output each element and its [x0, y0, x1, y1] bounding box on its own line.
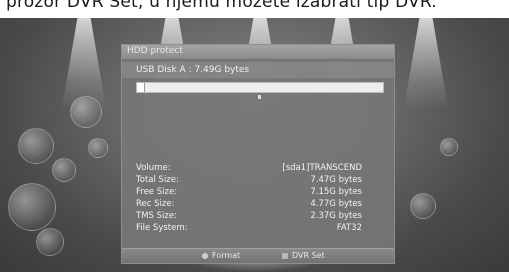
usb-device-label: USB Disk A : 7.49G bytes	[136, 65, 250, 75]
dialog-title: HDD protect	[127, 46, 183, 56]
info-row-volume: Volume: [sda1]TRANSCEND	[136, 163, 376, 175]
dialog-footer: Format DVR Set	[122, 248, 394, 263]
decor-bubble	[88, 138, 108, 158]
dvr-set-label: DVR Set	[292, 251, 325, 260]
info-value: 2.37G bytes	[310, 211, 362, 221]
usb-device-row[interactable]: USB Disk A : 7.49G bytes	[122, 62, 394, 78]
red-key-icon	[202, 252, 208, 259]
disk-usage-bar	[136, 82, 384, 93]
info-row-file-system: File System: FAT32	[136, 223, 376, 235]
decor-bubble	[8, 183, 56, 231]
info-row-total-size: Total Size: 7.47G bytes	[136, 175, 376, 187]
decor-bubble	[36, 228, 64, 256]
info-label: Free Size:	[136, 187, 178, 197]
green-key-icon	[282, 252, 288, 259]
decor-bubble	[440, 138, 458, 156]
decor-bubble	[52, 158, 76, 182]
usage-marker	[258, 95, 261, 99]
info-value: 7.47G bytes	[310, 175, 362, 185]
caption-text: prozor DVR Set, u njemu možete izabrati …	[6, 0, 437, 12]
disk-info-table: Volume: [sda1]TRANSCEND Total Size: 7.47…	[136, 163, 376, 235]
decor-bubble	[70, 96, 102, 128]
dialog-titlebar: HDD protect	[122, 45, 394, 60]
info-label: File System:	[136, 223, 188, 233]
stage-light-beam	[62, 18, 106, 108]
stage-light-beam	[404, 18, 448, 108]
info-value: 4.77G bytes	[310, 199, 362, 209]
decor-bubble	[18, 128, 54, 164]
info-row-tms-size: TMS Size: 2.37G bytes	[136, 211, 376, 223]
disk-usage-fill	[137, 83, 145, 92]
info-label: Volume:	[136, 163, 171, 173]
decor-bubble	[410, 193, 436, 219]
hdd-info-dialog: HDD protect USB Disk A : 7.49G bytes Vol…	[121, 44, 395, 264]
info-row-free-size: Free Size: 7.15G bytes	[136, 187, 376, 199]
info-row-rec-size: Rec Size: 4.77G bytes	[136, 199, 376, 211]
info-value: [sda1]TRANSCEND	[282, 163, 362, 173]
info-label: Total Size:	[136, 175, 179, 185]
info-value: FAT32	[336, 223, 362, 233]
info-value: 7.15G bytes	[310, 187, 362, 197]
info-label: Rec Size:	[136, 199, 175, 209]
format-button[interactable]: Format	[202, 251, 240, 260]
dvr-set-button[interactable]: DVR Set	[282, 251, 325, 260]
info-label: TMS Size:	[136, 211, 177, 221]
format-label: Format	[212, 251, 241, 260]
